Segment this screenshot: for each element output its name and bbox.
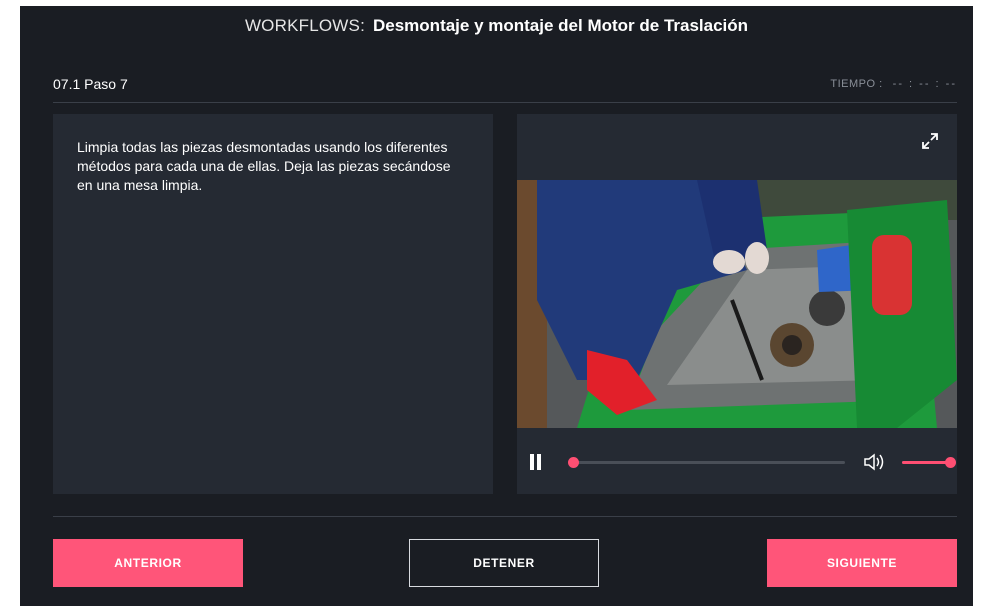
timer: TIEMPO : -- : -- : -- <box>830 78 957 90</box>
timer-value: -- : -- : -- <box>892 78 957 90</box>
workflow-player: WORKFLOWS: Desmontaje y montaje del Moto… <box>20 6 973 606</box>
timer-label: TIEMPO : <box>830 78 883 90</box>
step-label: 07.1 Paso 7 <box>53 76 128 92</box>
step-bar: 07.1 Paso 7 TIEMPO : -- : -- : -- <box>53 66 957 103</box>
workflow-prefix: WORKFLOWS: <box>244 16 365 35</box>
video-controls <box>517 428 957 494</box>
previous-button[interactable]: ANTERIOR <box>53 539 243 587</box>
footer-divider <box>53 516 957 517</box>
seek-handle[interactable] <box>568 457 579 468</box>
workflow-header: WORKFLOWS: Desmontaje y montaje del Moto… <box>20 6 973 46</box>
instruction-panel: Limpia todas las piezas desmontadas usan… <box>53 114 493 494</box>
video-player <box>517 114 957 494</box>
workflow-title: Desmontaje y montaje del Motor de Trasla… <box>373 16 749 35</box>
volume-handle[interactable] <box>945 457 956 468</box>
instruction-text: Limpia todas las piezas desmontadas usan… <box>77 139 451 193</box>
next-button[interactable]: SIGUIENTE <box>767 539 957 587</box>
video-frame[interactable] <box>517 180 957 428</box>
volume-icon[interactable] <box>863 452 887 472</box>
stop-button[interactable]: DETENER <box>409 539 599 587</box>
pause-bar-left <box>530 454 534 470</box>
seek-bar[interactable] <box>568 457 845 468</box>
pause-icon[interactable] <box>529 454 543 470</box>
pause-bar-right <box>537 454 541 470</box>
volume-level <box>902 461 950 464</box>
expand-icon[interactable] <box>919 130 941 152</box>
volume-slider[interactable] <box>902 457 956 468</box>
